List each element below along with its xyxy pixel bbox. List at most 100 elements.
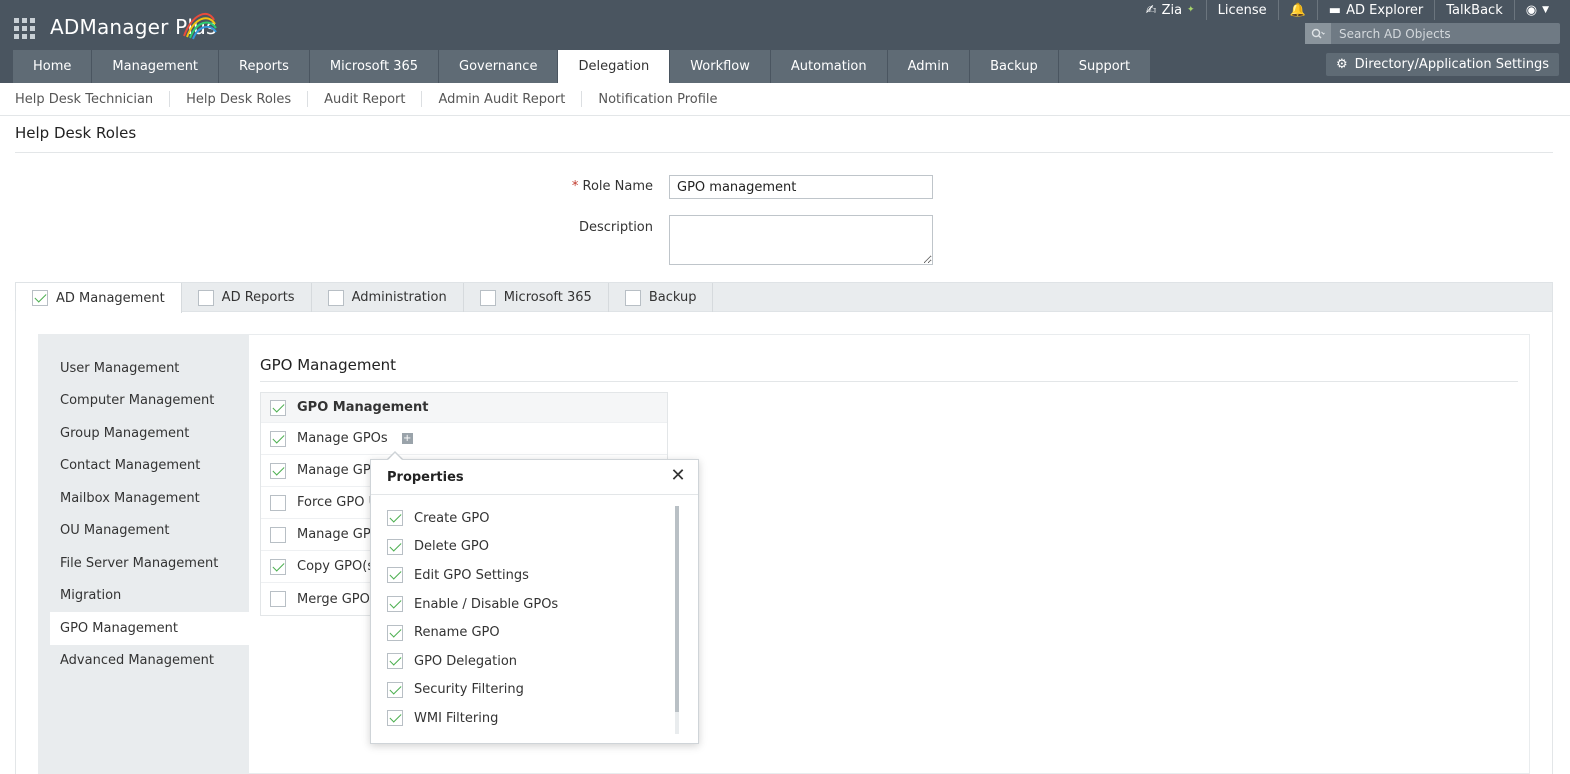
popup-item-label: Enable / Disable GPOs	[414, 596, 559, 612]
tab-support[interactable]: Support	[1058, 50, 1152, 83]
permissions-header-label: GPO Management	[297, 400, 429, 415]
tab-microsoft-365[interactable]: Microsoft 365	[309, 50, 440, 83]
bell-icon: 🔔	[1289, 2, 1306, 18]
menu-contact-management[interactable]: Contact Management	[38, 450, 249, 483]
chevron-down-icon: ▼	[1542, 5, 1549, 15]
permission-label: Merge GPOs	[297, 591, 377, 607]
scrollbar-thumb[interactable]	[675, 506, 679, 712]
main-nav: Home Management Reports Microsoft 365 Go…	[13, 50, 1152, 83]
search-input[interactable]	[1331, 26, 1551, 41]
checkbox[interactable]	[270, 399, 286, 416]
menu-user-management[interactable]: User Management	[38, 352, 249, 385]
checkbox[interactable]	[479, 289, 496, 306]
module-tab-administration[interactable]: Administration	[312, 283, 464, 312]
logo-swoosh-icon	[183, 12, 217, 40]
directory-settings-button[interactable]: ⚙ Directory/Application Settings	[1326, 53, 1559, 76]
permission-label: Copy GPO(s	[297, 559, 375, 574]
directory-settings-label: Directory/Application Settings	[1354, 57, 1550, 72]
popup-item-label: WMI Filtering	[414, 710, 499, 726]
checkbox[interactable]	[387, 596, 403, 613]
tab-backup[interactable]: Backup	[970, 50, 1059, 83]
menu-group-management[interactable]: Group Management	[38, 417, 249, 450]
checkbox[interactable]	[387, 510, 403, 527]
subnav-help-desk-roles[interactable]: Help Desk Roles	[170, 91, 309, 107]
module-tab-label: Microsoft 365	[503, 290, 592, 305]
description-label: Description	[578, 220, 653, 235]
menu-gpo-management[interactable]: GPO Management	[50, 612, 249, 645]
module-tab-backup[interactable]: Backup	[609, 283, 714, 312]
notification-bell[interactable]: 🔔	[1279, 0, 1318, 20]
subnav-audit-report[interactable]: Audit Report	[308, 91, 423, 107]
checkbox[interactable]	[387, 653, 403, 670]
menu-mailbox-management[interactable]: Mailbox Management	[38, 482, 249, 515]
tab-management[interactable]: Management	[92, 50, 220, 83]
subnav-admin-audit-report[interactable]: Admin Audit Report	[422, 91, 583, 107]
popup-item-label: GPO Delegation	[414, 653, 518, 669]
popup-item: Create GPO	[371, 504, 681, 533]
popup-item: Edit GPO Settings	[371, 561, 681, 590]
gear-icon: ⚙	[1335, 57, 1348, 72]
subnav-notification-profile[interactable]: Notification Profile	[582, 91, 733, 107]
module-tab-ad-management[interactable]: AD Management	[16, 283, 182, 313]
close-icon[interactable]: ✕	[670, 467, 686, 485]
module-tab-microsoft-365[interactable]: Microsoft 365	[464, 283, 609, 312]
checkbox[interactable]	[270, 430, 286, 447]
checkbox[interactable]	[270, 462, 286, 479]
checkbox[interactable]	[387, 538, 403, 555]
tab-reports[interactable]: Reports	[219, 50, 310, 83]
checkbox[interactable]	[387, 624, 403, 641]
module-tab-ad-reports[interactable]: AD Reports	[182, 283, 312, 312]
checkbox[interactable]	[270, 558, 286, 575]
menu-migration[interactable]: Migration	[38, 580, 249, 613]
checkbox[interactable]	[387, 567, 403, 584]
user-avatar-icon: ◉	[1525, 2, 1538, 18]
user-menu[interactable]: ◉ ▼	[1515, 0, 1560, 20]
expand-plus-icon[interactable]: +	[401, 433, 413, 444]
ad-explorer-link[interactable]: ▬ AD Explorer	[1318, 0, 1436, 20]
menu-file-server-management[interactable]: File Server Management	[38, 547, 249, 580]
talkback-link[interactable]: TalkBack	[1435, 0, 1515, 20]
popup-item-label: Delete GPO	[414, 539, 489, 555]
tab-workflow[interactable]: Workflow	[670, 50, 771, 83]
apps-grid-icon[interactable]	[14, 18, 35, 39]
module-tab-label: AD Reports	[221, 290, 295, 305]
sub-nav: Help Desk Technician Help Desk Roles Aud…	[0, 83, 1570, 116]
checkbox[interactable]	[270, 526, 286, 543]
checkbox[interactable]	[197, 289, 214, 306]
tab-governance[interactable]: Governance	[439, 50, 559, 83]
checkbox[interactable]	[32, 290, 48, 306]
popup-scrollbar[interactable]	[675, 506, 679, 734]
checkbox[interactable]	[624, 289, 641, 306]
search-icon[interactable]	[1305, 23, 1331, 44]
zia-link[interactable]: ✍ Zia ✦	[1135, 0, 1207, 20]
popup-item-label: Create GPO	[414, 510, 490, 526]
section-divider	[260, 381, 1518, 382]
checkbox[interactable]	[387, 710, 403, 727]
zia-label: Zia	[1161, 2, 1183, 18]
description-textarea[interactable]	[669, 215, 933, 265]
menu-ou-management[interactable]: OU Management	[38, 515, 249, 548]
tab-automation[interactable]: Automation	[770, 50, 888, 83]
checkbox[interactable]	[327, 289, 344, 306]
tab-delegation[interactable]: Delegation	[558, 50, 671, 83]
role-name-input[interactable]	[669, 175, 933, 199]
left-menu: User Management Computer Management Grou…	[38, 334, 249, 774]
popup-item-label: Security Filtering	[414, 682, 524, 698]
menu-computer-management[interactable]: Computer Management	[38, 385, 249, 418]
popup-item: Delete GPO	[371, 533, 681, 562]
search-box	[1305, 23, 1560, 44]
subnav-help-desk-technician[interactable]: Help Desk Technician	[0, 91, 171, 107]
checkbox[interactable]	[387, 681, 403, 698]
popup-list: Create GPO Delete GPO Edit GPO Settings …	[371, 504, 681, 733]
menu-advanced-management[interactable]: Advanced Management	[38, 645, 249, 678]
title-divider	[15, 152, 1553, 153]
folder-icon: ▬	[1328, 2, 1342, 18]
tab-admin[interactable]: Admin	[887, 50, 971, 83]
checkbox[interactable]	[270, 494, 286, 511]
license-link[interactable]: License	[1207, 0, 1279, 20]
page-title: Help Desk Roles	[15, 124, 137, 142]
popup-item: Rename GPO	[371, 618, 681, 647]
checkbox[interactable]	[270, 591, 286, 607]
tab-home[interactable]: Home	[13, 50, 93, 83]
sparkle-icon: ✦	[1187, 5, 1195, 15]
